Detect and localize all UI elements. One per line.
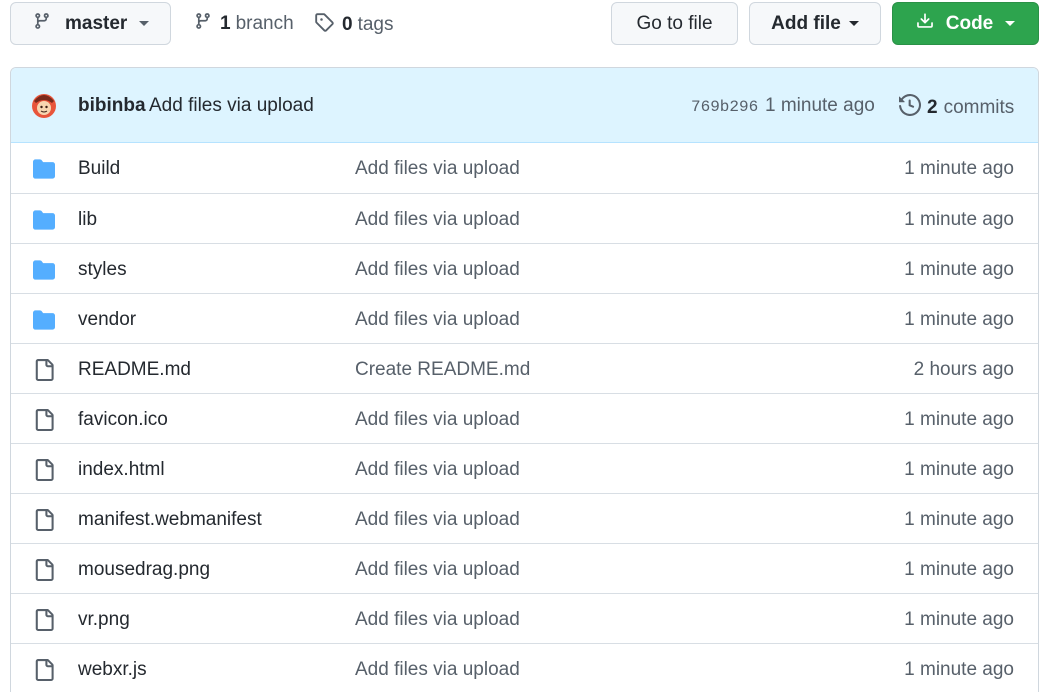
tags-link[interactable]: 0 tags	[314, 12, 394, 38]
file-commit-time: 1 minute ago	[904, 659, 1014, 680]
table-row[interactable]: lib Add files via upload 1 minute ago	[11, 193, 1038, 243]
download-icon	[916, 12, 934, 36]
file-commit-time: 1 minute ago	[904, 509, 1014, 530]
file-name-link[interactable]: mousedrag.png	[78, 559, 210, 581]
file-icon	[33, 609, 55, 631]
tags-count: 0	[342, 14, 353, 35]
latest-commit-bar: bibinba Add files via upload 769b296 1 m…	[11, 68, 1038, 143]
file-commit-time: 1 minute ago	[904, 309, 1014, 330]
file-icon	[33, 509, 55, 531]
file-icon	[33, 359, 55, 381]
file-commit-message-link[interactable]: Add files via upload	[355, 309, 520, 331]
history-icon	[899, 93, 922, 122]
file-rows: Build Add files via upload 1 minute ago lib…	[11, 143, 1038, 692]
commits-count: 2	[927, 97, 938, 118]
file-commit-time: 1 minute ago	[904, 459, 1014, 480]
table-row[interactable]: styles Add files via upload 1 minute ago	[11, 243, 1038, 293]
commit-time: 1 minute ago	[765, 95, 875, 116]
table-row[interactable]: webxr.js Add files via upload 1 minute ago	[11, 643, 1038, 692]
file-name-link[interactable]: vr.png	[78, 609, 130, 631]
folder-icon	[33, 209, 55, 231]
file-icon	[33, 409, 55, 431]
file-commit-time: 1 minute ago	[904, 409, 1014, 430]
file-commit-time: 1 minute ago	[904, 259, 1014, 280]
chevron-down-icon	[139, 21, 150, 26]
file-commit-message-link[interactable]: Add files via upload	[355, 659, 520, 681]
commits-label: commits	[943, 97, 1015, 118]
file-icon	[33, 459, 55, 481]
tag-icon	[314, 12, 334, 38]
file-commit-message-link[interactable]: Add files via upload	[355, 259, 520, 281]
commit-sha-link[interactable]: 769b296	[691, 98, 758, 116]
table-row[interactable]: vendor Add files via upload 1 minute ago	[11, 293, 1038, 343]
file-name-link[interactable]: webxr.js	[78, 659, 147, 681]
table-row[interactable]: vr.png Add files via upload 1 minute ago	[11, 593, 1038, 643]
git-branch-icon	[194, 12, 212, 36]
branches-link[interactable]: 1 branch	[194, 12, 294, 36]
tags-label: tags	[357, 14, 394, 35]
file-name-link[interactable]: Build	[78, 158, 120, 180]
file-listing: bibinba Add files via upload 769b296 1 m…	[10, 67, 1039, 692]
commits-history-link[interactable]: 2 commits	[899, 93, 1015, 122]
file-icon	[33, 659, 55, 681]
file-name-link[interactable]: favicon.ico	[78, 409, 168, 431]
branch-select-label: master	[65, 12, 128, 34]
file-name-link[interactable]: vendor	[78, 309, 136, 331]
code-label: Code	[945, 12, 994, 34]
file-commit-message-link[interactable]: Create README.md	[355, 359, 530, 381]
chevron-down-icon	[1005, 21, 1016, 26]
file-commit-message-link[interactable]: Add files via upload	[355, 559, 520, 581]
file-commit-time: 1 minute ago	[904, 609, 1014, 630]
table-row[interactable]: index.html Add files via upload 1 minute a…	[11, 443, 1038, 493]
table-row[interactable]: README.md Create README.md 2 hours ago	[11, 343, 1038, 393]
folder-icon	[33, 259, 55, 281]
table-row[interactable]: Build Add files via upload 1 minute ago	[11, 143, 1038, 193]
commit-author-link[interactable]: bibinba	[78, 95, 146, 117]
file-commit-time: 2 hours ago	[913, 359, 1014, 380]
folder-icon	[33, 309, 55, 331]
file-commit-message-link[interactable]: Add files via upload	[355, 409, 520, 431]
file-name-link[interactable]: README.md	[78, 359, 191, 381]
file-commit-message-link[interactable]: Add files via upload	[355, 158, 520, 180]
file-commit-message-link[interactable]: Add files via upload	[355, 609, 520, 631]
add-file-button[interactable]: Add file	[749, 2, 881, 45]
code-button[interactable]: Code	[892, 2, 1039, 45]
git-branch-icon	[33, 12, 51, 36]
file-icon	[33, 559, 55, 581]
go-to-file-button[interactable]: Go to file	[611, 2, 738, 45]
table-row[interactable]: mousedrag.png Add files via upload 1 minut…	[11, 543, 1038, 593]
chevron-down-icon	[848, 21, 859, 26]
table-row[interactable]: favicon.ico Add files via upload 1 minute …	[11, 393, 1038, 443]
branch-select-button[interactable]: master	[10, 2, 171, 45]
avatar[interactable]	[30, 91, 58, 119]
commit-message-link[interactable]: Add files via upload	[149, 95, 314, 117]
folder-icon	[33, 158, 55, 180]
file-name-link[interactable]: lib	[78, 209, 97, 231]
file-commit-message-link[interactable]: Add files via upload	[355, 509, 520, 531]
branches-count: 1	[220, 13, 231, 34]
file-name-link[interactable]: manifest.webmanifest	[78, 509, 262, 531]
branches-label: branch	[235, 13, 294, 34]
file-commit-time: 1 minute ago	[904, 209, 1014, 230]
file-commit-time: 1 minute ago	[904, 158, 1014, 179]
add-file-label: Add file	[771, 12, 841, 34]
table-row[interactable]: manifest.webmanifest Add files via upload…	[11, 493, 1038, 543]
file-name-link[interactable]: styles	[78, 259, 127, 281]
file-commit-message-link[interactable]: Add files via upload	[355, 209, 520, 231]
file-commit-message-link[interactable]: Add files via upload	[355, 459, 520, 481]
file-name-link[interactable]: index.html	[78, 459, 165, 481]
file-commit-time: 1 minute ago	[904, 559, 1014, 580]
